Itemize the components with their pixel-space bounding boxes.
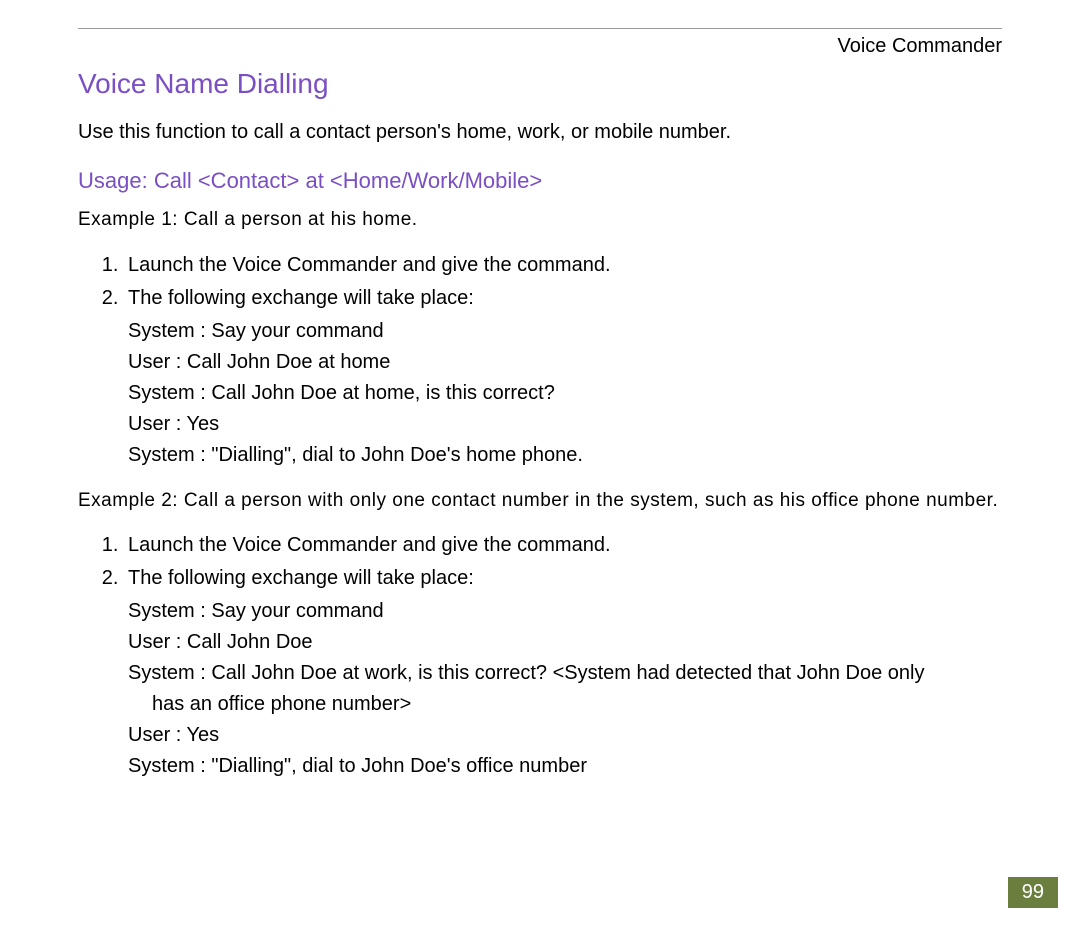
intro-text: Use this function to call a contact pers…: [78, 118, 1002, 146]
example2-step2: The following exchange will take place: …: [124, 563, 1002, 782]
example2-step1: Launch the Voice Commander and give the …: [124, 530, 1002, 561]
example2-heading: Example 2: Call a person with only one c…: [78, 487, 1002, 515]
header-section-label: Voice Commander: [78, 35, 1002, 58]
example1-step2-label: The following exchange will take place:: [128, 287, 474, 309]
example2-dialogue-line-wrap: has an office phone number>: [128, 689, 1002, 720]
example1-step2: The following exchange will take place: …: [124, 283, 1002, 471]
example2-dialogue-line: User : Call John Doe: [128, 627, 1002, 658]
usage-heading: Usage: Call <Contact> at <Home/Work/Mobi…: [78, 168, 1002, 194]
page-title: Voice Name Dialling: [78, 68, 1002, 100]
example2-dialogue-line: User : Yes: [128, 720, 1002, 751]
example2-steps: Launch the Voice Commander and give the …: [78, 530, 1002, 782]
example2-dialogue-line: System : Say your command: [128, 596, 1002, 627]
example1-dialogue: System : Say your command User : Call Jo…: [128, 316, 1002, 471]
header-divider: [78, 28, 1002, 29]
example1-step1: Launch the Voice Commander and give the …: [124, 250, 1002, 281]
example1-heading: Example 1: Call a person at his home.: [78, 206, 1002, 234]
example1-dialogue-line: User : Yes: [128, 409, 1002, 440]
example1-dialogue-line: User : Call John Doe at home: [128, 347, 1002, 378]
example1-dialogue-line: System : Call John Doe at home, is this …: [128, 378, 1002, 409]
example2-dialogue: System : Say your command User : Call Jo…: [128, 596, 1002, 782]
example1-dialogue-line: System : "Dialling", dial to John Doe's …: [128, 440, 1002, 471]
example2-step2-label: The following exchange will take place:: [128, 567, 474, 589]
page-number: 99: [1008, 877, 1058, 908]
example1-steps: Launch the Voice Commander and give the …: [78, 250, 1002, 471]
example1-dialogue-line: System : Say your command: [128, 316, 1002, 347]
example2-dialogue-line: System : "Dialling", dial to John Doe's …: [128, 751, 1002, 782]
example2-dialogue-line: System : Call John Doe at work, is this …: [128, 658, 1002, 689]
